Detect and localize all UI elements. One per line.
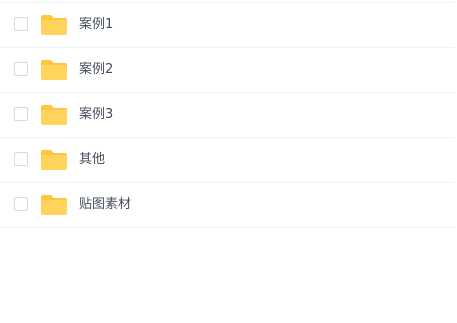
row-checkbox[interactable] xyxy=(14,17,28,31)
file-row[interactable]: 案例1 xyxy=(0,3,455,48)
folder-icon xyxy=(41,195,67,215)
file-row[interactable]: 案例2 xyxy=(0,48,455,93)
file-row[interactable]: 其他 xyxy=(0,138,455,183)
file-name[interactable]: 贴图素材 xyxy=(79,183,131,227)
folder-icon xyxy=(41,105,67,125)
row-checkbox[interactable] xyxy=(14,107,28,121)
folder-icon xyxy=(41,60,67,80)
file-row[interactable]: 案例3 xyxy=(0,93,455,138)
file-name[interactable]: 案例3 xyxy=(79,93,113,137)
file-name[interactable]: 其他 xyxy=(79,138,105,182)
file-row[interactable]: 贴图素材 xyxy=(0,183,455,228)
folder-icon xyxy=(41,150,67,170)
file-name[interactable]: 案例2 xyxy=(79,48,113,92)
row-checkbox[interactable] xyxy=(14,197,28,211)
row-checkbox[interactable] xyxy=(14,62,28,76)
row-checkbox[interactable] xyxy=(14,152,28,166)
file-name[interactable]: 案例1 xyxy=(79,3,113,47)
folder-icon xyxy=(41,15,67,35)
file-list: 案例1 案例2 案例3 其他 贴图素材 xyxy=(0,3,455,228)
